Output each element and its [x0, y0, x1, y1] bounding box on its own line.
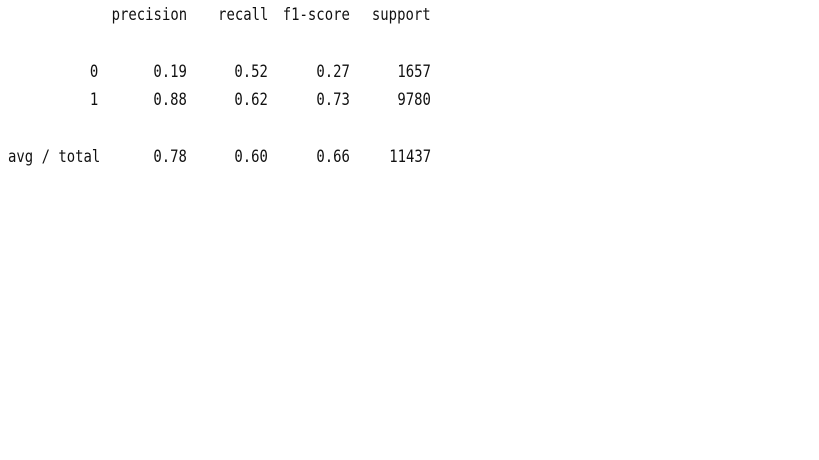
header-support: support [372, 5, 431, 25]
classification-report: precision recall f1-score support 0 0.19… [0, 0, 460, 200]
summary-label: avg / total [8, 147, 101, 167]
row-0-f1-score: 0.27 [316, 62, 350, 82]
row-1-recall: 0.62 [234, 90, 268, 110]
summary-f1-score: 0.66 [316, 147, 350, 167]
row-1-precision: 0.88 [153, 90, 187, 110]
header-f1-score: f1-score [282, 5, 350, 25]
row-1-label: 1 [89, 90, 98, 110]
row-0-recall: 0.52 [234, 62, 268, 82]
summary-precision: 0.78 [153, 147, 187, 167]
header-precision: precision [111, 5, 187, 25]
row-0-support: 1657 [397, 62, 431, 82]
row-0-label: 0 [89, 62, 98, 82]
row-1-support: 9780 [397, 90, 431, 110]
summary-support: 11437 [389, 147, 431, 167]
header-recall: recall [217, 5, 268, 25]
summary-recall: 0.60 [234, 147, 268, 167]
row-1-f1-score: 0.73 [316, 90, 350, 110]
row-0-precision: 0.19 [153, 62, 187, 82]
